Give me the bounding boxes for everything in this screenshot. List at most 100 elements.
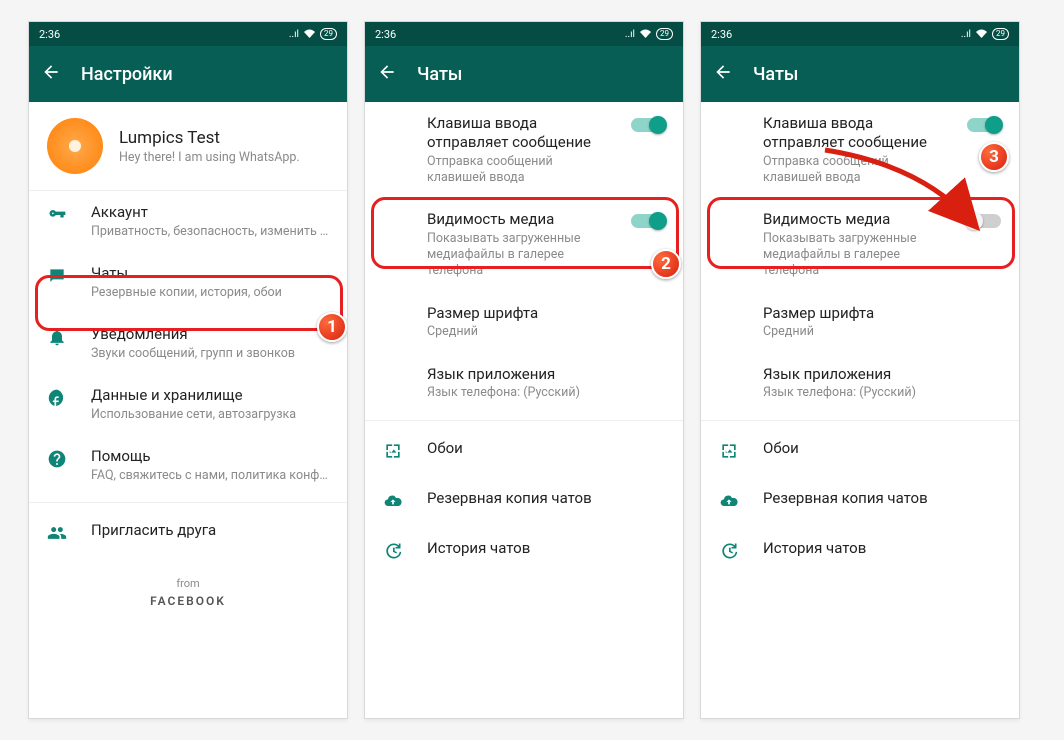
battery-icon: 29 (992, 28, 1009, 40)
spacer-icon (383, 114, 405, 116)
chats-settings-list: Клавиша ввода отправляет сообщение Отпра… (365, 102, 683, 718)
item-title: Видимость медиа (763, 210, 945, 229)
setting-enter-send[interactable]: Клавиша ввода отправляет сообщение Отпра… (365, 102, 683, 198)
people-icon (47, 521, 69, 547)
history-icon (719, 539, 741, 565)
battery-icon: 29 (320, 28, 337, 40)
profile-status: Hey there! I am using WhatsApp. (119, 150, 300, 165)
item-sub: Резервные копии, история, обои (91, 285, 329, 301)
status-right: ..ıl 29 (961, 28, 1009, 40)
profile-row[interactable]: Lumpics Test Hey there! I am using Whats… (29, 102, 347, 191)
signal-icon: ..ıl (289, 29, 299, 40)
item-sub: Отправка сообщений клавишей ввода (427, 154, 609, 187)
appbar-title: Настройки (81, 64, 173, 85)
badge-3: 3 (979, 142, 1009, 172)
back-icon[interactable] (713, 62, 733, 86)
setting-enter-send[interactable]: Клавиша ввода отправляет сообщение Отпра… (701, 102, 1019, 198)
item-sub: Отправка сообщений клавишей ввода (763, 154, 945, 187)
divider (29, 502, 347, 503)
setting-font-size[interactable]: Размер шрифта Средний (701, 292, 1019, 353)
footer-facebook: FACEBOOK (29, 594, 347, 608)
app-bar: Настройки (29, 46, 347, 102)
item-sub: Средний (763, 324, 1001, 340)
app-bar: Чаты (701, 46, 1019, 102)
item-sub: Звуки сообщений, групп и звонков (91, 346, 329, 362)
item-title: Чаты (91, 264, 329, 283)
toggle-enter-send[interactable] (967, 118, 1001, 132)
back-icon[interactable] (377, 62, 397, 86)
setting-media-visibility[interactable]: Видимость медиа Показывать загруженные м… (365, 198, 683, 292)
divider (365, 420, 683, 421)
item-title: Данные и хранилище (91, 386, 329, 405)
signal-icon: ..ıl (625, 29, 635, 40)
toggle-enter-send[interactable] (631, 118, 665, 132)
bell-icon (47, 325, 69, 351)
settings-item-account[interactable]: Аккаунт Приватность, безопасность, измен… (29, 191, 347, 252)
setting-app-language[interactable]: Язык приложения Язык телефона: (Русский) (701, 353, 1019, 414)
appbar-title: Чаты (753, 64, 798, 85)
item-title: Резервная копия чатов (763, 489, 1001, 508)
data-icon (47, 386, 69, 412)
battery-icon: 29 (656, 28, 673, 40)
wifi-icon (639, 29, 652, 39)
status-bar: 2:36 ..ıl 29 (365, 22, 683, 46)
spacer-icon (383, 210, 405, 212)
setting-font-size[interactable]: Размер шрифта Средний (365, 292, 683, 353)
divider (701, 420, 1019, 421)
item-title: История чатов (763, 539, 1001, 558)
status-bar: 2:36 ..ıl 29 (29, 22, 347, 46)
badge-2: 2 (651, 249, 681, 279)
item-title: Помощь (91, 447, 329, 466)
spacer-icon (719, 365, 741, 367)
help-icon (47, 447, 69, 473)
signal-icon: ..ıl (961, 29, 971, 40)
chat-icon (47, 264, 69, 290)
settings-item-help[interactable]: Помощь FAQ, свяжитесь с нами, политика к… (29, 435, 347, 496)
setting-media-visibility[interactable]: Видимость медиа Показывать загруженные м… (701, 198, 1019, 292)
status-time: 2:36 (711, 28, 961, 41)
avatar (47, 118, 103, 174)
setting-app-language[interactable]: Язык приложения Язык телефона: (Русский) (365, 353, 683, 414)
settings-item-notifications[interactable]: Уведомления Звуки сообщений, групп и зво… (29, 313, 347, 374)
phone-chats-off: 2:36 ..ıl 29 Чаты Клавиша ввода отправля… (700, 21, 1020, 719)
item-title: Обои (763, 439, 1001, 458)
item-sub: Показывать загруженные медиафайлы в гале… (427, 231, 609, 280)
phone-settings: 2:36 ..ıl 29 Настройки Lumpics Test Hey … (28, 21, 348, 719)
wifi-icon (975, 29, 988, 39)
settings-item-data[interactable]: Данные и хранилище Использование сети, а… (29, 374, 347, 435)
wallpaper-icon (383, 439, 405, 465)
item-title: Аккаунт (91, 203, 329, 222)
settings-item-invite[interactable]: Пригласить друга (29, 509, 347, 559)
wifi-icon (303, 29, 316, 39)
item-title: Клавиша ввода отправляет сообщение (427, 114, 609, 152)
menu-wallpaper[interactable]: Обои (365, 427, 683, 477)
menu-history[interactable]: История чатов (701, 527, 1019, 577)
menu-wallpaper[interactable]: Обои (701, 427, 1019, 477)
item-sub: Показывать загруженные медиафайлы в гале… (763, 231, 945, 280)
item-title: История чатов (427, 539, 665, 558)
item-title: Уведомления (91, 325, 329, 344)
item-title: Клавиша ввода отправляет сообщение (763, 114, 945, 152)
item-title: Резервная копия чатов (427, 489, 665, 508)
item-title: Видимость медиа (427, 210, 609, 229)
app-bar: Чаты (365, 46, 683, 102)
item-sub: Приватность, безопасность, изменить номе… (91, 224, 329, 240)
toggle-media-visibility[interactable] (967, 214, 1001, 228)
footer-from: from (29, 577, 347, 590)
back-icon[interactable] (41, 62, 61, 86)
menu-backup[interactable]: Резервная копия чатов (701, 477, 1019, 527)
item-sub: Язык телефона: (Русский) (427, 385, 665, 401)
item-sub: Язык телефона: (Русский) (763, 385, 1001, 401)
menu-history[interactable]: История чатов (365, 527, 683, 577)
appbar-title: Чаты (417, 64, 462, 85)
key-icon (47, 203, 69, 229)
toggle-media-visibility[interactable] (631, 214, 665, 228)
item-title: Размер шрифта (763, 304, 1001, 323)
item-sub: Использование сети, автозагрузка (91, 407, 329, 423)
settings-item-chats[interactable]: Чаты Резервные копии, история, обои (29, 252, 347, 313)
menu-backup[interactable]: Резервная копия чатов (365, 477, 683, 527)
cloud-upload-icon (719, 489, 741, 515)
badge-1: 1 (317, 312, 347, 342)
settings-list: Аккаунт Приватность, безопасность, измен… (29, 191, 347, 718)
footer: from FACEBOOK (29, 559, 347, 614)
